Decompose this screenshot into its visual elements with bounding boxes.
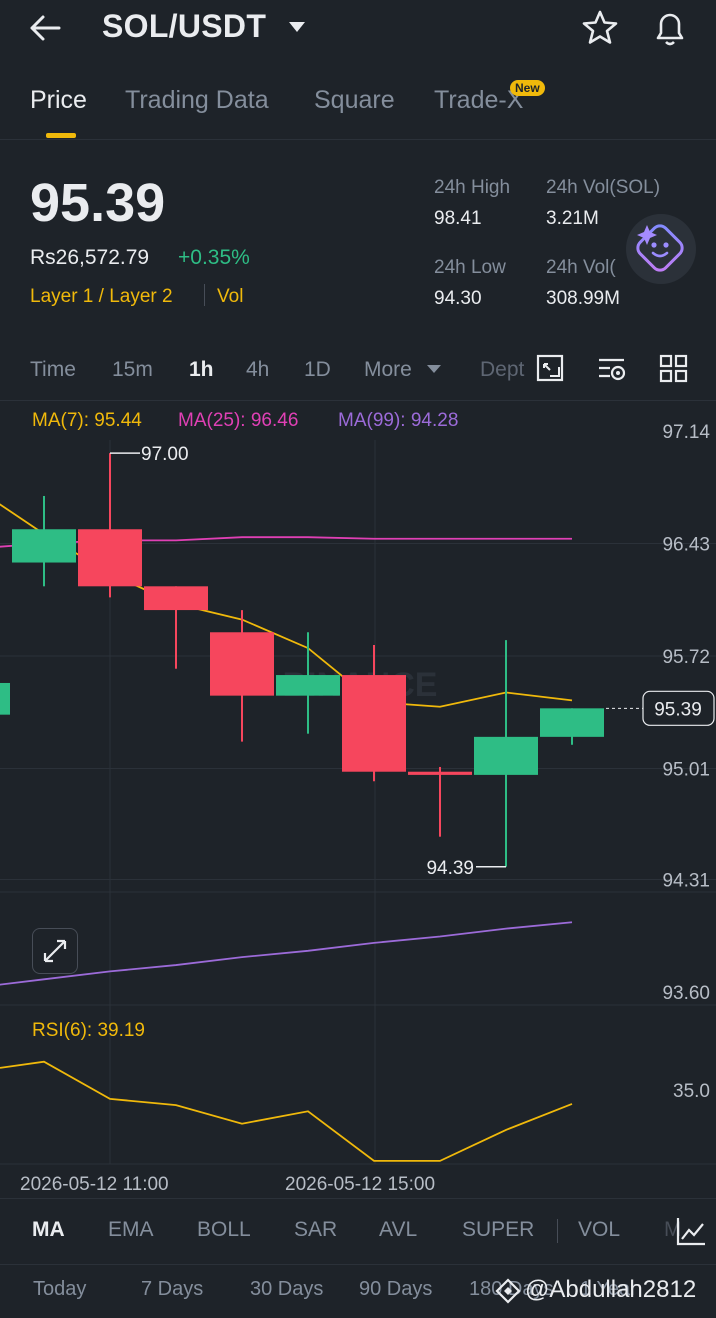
- tab-square[interactable]: Square: [314, 86, 395, 115]
- low-price-label: 94.39: [426, 858, 474, 879]
- last-price: 95.39: [30, 173, 166, 233]
- back-arrow-icon: [30, 15, 61, 41]
- current-price-label: 95.39: [654, 699, 702, 720]
- ai-assistant-button[interactable]: [626, 214, 696, 284]
- interval-time[interactable]: Time: [30, 358, 76, 382]
- candle-body: [540, 708, 604, 737]
- stat-high-value: 98.41: [434, 208, 482, 229]
- tab-trading-data[interactable]: Trading Data: [125, 86, 269, 115]
- period-today[interactable]: Today: [33, 1278, 86, 1301]
- indicator-boll[interactable]: BOLL: [197, 1218, 251, 1242]
- period-90-days[interactable]: 90 Days: [359, 1278, 432, 1301]
- stat-low-label: 24h Low: [434, 257, 506, 278]
- stat-vol-usdt-label: 24h Vol(: [546, 257, 616, 278]
- candle-body: [0, 682, 10, 715]
- candle-body: [276, 675, 340, 696]
- tag-divider: [204, 284, 205, 306]
- indicator-avl[interactable]: AVL: [379, 1218, 417, 1242]
- ma99-line: [0, 921, 573, 986]
- rsi-line: [0, 1060, 573, 1162]
- price-change-percent: +0.35%: [178, 246, 250, 269]
- rsi-tick: 35.0: [673, 1081, 710, 1102]
- candle-body: [78, 529, 142, 587]
- indicator-vol[interactable]: VOL: [578, 1218, 620, 1242]
- ma25-legend: MA(25): 96.46: [178, 410, 298, 431]
- pair-title[interactable]: SOL/USDT: [102, 8, 266, 45]
- divider: [0, 1198, 716, 1199]
- chart-crop-icon[interactable]: [535, 352, 567, 386]
- fiat-price: Rs26,572.79: [30, 246, 150, 269]
- expand-chart-button[interactable]: [32, 928, 78, 974]
- expand-icon: [43, 939, 67, 963]
- divider: [0, 139, 716, 140]
- candlestick-chart[interactable]: 97.1496.4395.7295.0194.3193.60 BINANCE 9…: [0, 396, 716, 1206]
- period-7-days[interactable]: 7 Days: [141, 1278, 203, 1301]
- x-label-1500: 2026-05-12 15:00: [285, 1174, 435, 1195]
- indicator-ema[interactable]: EMA: [108, 1218, 154, 1242]
- watermark: @Abdullah2812: [525, 1276, 697, 1303]
- star-icon[interactable]: [580, 8, 620, 48]
- divider: [0, 1264, 716, 1265]
- y-tick-label: 94.31: [662, 870, 710, 891]
- interval-1d[interactable]: 1D: [304, 358, 331, 382]
- stat-vol-usdt-value: 308.99M: [546, 288, 620, 309]
- indicator-super[interactable]: SUPER: [462, 1218, 534, 1242]
- interval-1h[interactable]: 1h: [189, 358, 214, 382]
- candle-body: [474, 736, 538, 775]
- period-30-days[interactable]: 30 Days: [250, 1278, 323, 1301]
- interval-depth[interactable]: Dept: [480, 358, 524, 382]
- candle-body: [342, 675, 406, 772]
- candle-body: [144, 586, 208, 611]
- candle-body: [12, 529, 76, 563]
- indicator-sar[interactable]: SAR: [294, 1218, 337, 1242]
- stat-vol-sol-value: 3.21M: [546, 208, 599, 229]
- top-bar: SOL/USDT: [0, 0, 716, 60]
- stat-vol-sol-label: 24h Vol(SOL): [546, 177, 661, 198]
- back-button[interactable]: [28, 10, 72, 46]
- active-tab-indicator: [46, 133, 76, 138]
- vol-tag[interactable]: Vol: [217, 286, 243, 308]
- y-tick-label: 95.01: [662, 760, 710, 781]
- chart-settings-icon[interactable]: [596, 352, 628, 386]
- ma7-legend: MA(7): 95.44: [32, 410, 142, 431]
- stat-high-label: 24h High: [434, 177, 511, 198]
- new-badge: New: [510, 80, 545, 96]
- tab-price[interactable]: Price: [30, 86, 87, 115]
- rsi-legend: RSI(6): 39.19: [32, 1020, 145, 1041]
- interval-more[interactable]: More: [364, 358, 412, 382]
- high-price-label: 97.00: [141, 444, 189, 465]
- y-tick-label: 93.60: [662, 983, 710, 1004]
- caret-down-icon[interactable]: [288, 20, 306, 38]
- y-tick-label: 97.14: [662, 422, 710, 443]
- ma99-legend: MA(99): 94.28: [338, 410, 458, 431]
- candle-body: [408, 771, 472, 775]
- binance-logo-icon: [495, 1278, 521, 1304]
- grid-layout-icon[interactable]: [658, 352, 690, 386]
- x-label-1100: 2026-05-12 11:00: [20, 1174, 169, 1195]
- category-tag[interactable]: Layer 1 / Layer 2: [30, 286, 173, 308]
- bell-icon[interactable]: [650, 8, 690, 48]
- candle-body: [210, 632, 274, 696]
- smile-icon: [636, 224, 684, 272]
- indicator-divider: [557, 1219, 558, 1243]
- stat-low-value: 94.30: [434, 288, 482, 309]
- indicator-ma[interactable]: MA: [32, 1218, 65, 1242]
- interval-4h[interactable]: 4h: [246, 358, 269, 382]
- interval-15m[interactable]: 15m: [112, 358, 153, 382]
- indicator-settings-icon[interactable]: [674, 1214, 708, 1248]
- y-tick-label: 95.72: [662, 647, 710, 668]
- y-tick-label: 96.43: [662, 535, 710, 556]
- more-caret-icon: [427, 365, 441, 373]
